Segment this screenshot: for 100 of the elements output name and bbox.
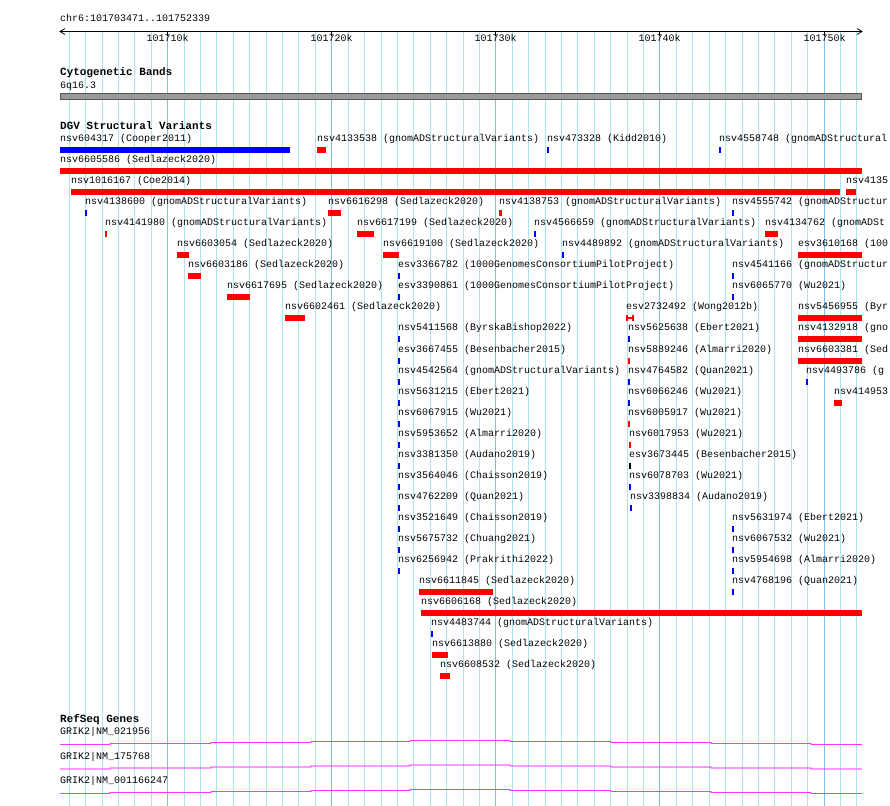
variant-label[interactable]: nsv4133538 (gnomADStructuralVariants) [317,135,540,145]
variant-bar[interactable] [285,315,305,321]
variant-bar[interactable] [71,189,840,195]
variant-label[interactable]: nsv3398834 (Audano2019) [630,493,768,503]
variant-label[interactable]: nsv5456955 (Byr [798,303,888,313]
variant-label[interactable]: esv3366782 (1000GenomesConsortiumPilotProject) [398,261,674,271]
variant-label[interactable]: nsv3381350 (Audano2019) [398,451,536,461]
transcript-line[interactable] [60,740,862,745]
variant-label[interactable]: nsv4489892 (gnomADStructuralVariants) [562,240,784,250]
variant-bar[interactable] [499,210,502,216]
variant-bar[interactable] [227,294,250,300]
variant-label[interactable]: nsv6603186 (Sedlazeck2020) [188,261,344,271]
variant-label[interactable]: nsv6616298 (Sedlazeck2020) [328,198,484,208]
variant-label[interactable]: esv3390861 (1000GenomesConsortiumPilotProject) [398,282,674,292]
variant-label[interactable]: nsv5631974 (Ebert2021) [732,514,864,524]
variant-label[interactable]: nsv5631215 (Ebert2021) [398,388,530,398]
variant-label[interactable]: nsv6613880 (Sedlazeck2020) [432,640,588,650]
variant-bar[interactable] [834,400,842,406]
transcript-line[interactable] [60,789,862,794]
variant-label[interactable]: nsv5954698 (Almarri2020) [732,556,876,566]
variant-label[interactable]: nsv6605586 (Sedlazeck2020) [60,156,216,166]
variant-bar[interactable] [798,358,862,364]
variant-label[interactable]: esv2732492 (Wong2012b) [626,303,758,313]
variant-label[interactable]: nsv6067532 (Wu2021) [732,535,846,545]
variant-label[interactable]: nsv4134762 (gnomADSt [765,219,886,229]
variant-label[interactable]: nsv5889246 (Almarri2020) [628,346,772,356]
variant-label[interactable]: nsv6066246 (Wu2021) [628,388,742,398]
variant-label[interactable]: nsv4768196 (Quan2021) [732,577,858,587]
variant-label[interactable]: nsv4558748 (gnomADStructural [719,135,888,145]
variant-label[interactable]: nsv6611845 (Sedlazeck2020) [419,577,576,587]
variant-bar[interactable] [383,252,399,258]
variant-bar[interactable] [421,610,862,616]
variant-label[interactable]: nsv4135 [846,177,888,187]
variant-label[interactable]: nsv4541166 (gnomADStructur [732,261,888,271]
variant-bar[interactable] [798,315,862,321]
transcript-label[interactable]: GRIK2|NM_001166247 [60,777,168,787]
variant-bar[interactable] [419,589,493,595]
variant-label[interactable]: nsv6603381 (Sed [798,346,888,356]
variant-label[interactable]: nsv5411568 (ByrskaBishop2022) [398,324,572,334]
variant-label[interactable]: nsv6606168 (Sedlazeck2020) [421,598,578,608]
variant-bar[interactable] [60,168,862,174]
variant-label[interactable]: nsv604317 (Cooper2011) [60,135,192,145]
variant-label[interactable]: nsv4764582 (Quan2021) [628,367,754,377]
variant-bar[interactable] [798,252,862,258]
variant-label[interactable]: nsv4762209 (Quan2021) [398,493,524,503]
tick-label: 101710k [146,35,188,45]
variant-label[interactable]: nsv5675732 (Chuang2021) [398,535,536,545]
tick-label: 101730k [474,35,516,45]
variant-label[interactable]: nsv6617199 (Sedlazeck2020) [357,219,514,229]
variant-bar[interactable] [188,273,201,279]
variant-label[interactable]: nsv4132918 (gno [798,324,888,334]
tick-label: 101750k [804,35,846,45]
variant-label[interactable]: nsv5953652 (Almarri2020) [398,430,542,440]
variant-label[interactable]: nsv6065770 (Wu2021) [732,282,846,292]
variant-label[interactable]: nsv4138753 (gnomADStructuralVariants) [499,198,722,208]
variant-label[interactable]: esv3610168 (100 [798,240,888,250]
variant-bar[interactable] [177,252,189,258]
tick-label: 101740k [638,35,680,45]
tick-label: 101720k [310,35,352,45]
variant-label[interactable]: nsv4566659 (gnomADStructuralVariants) [534,219,756,229]
variant-label[interactable]: nsv4138600 (gnomADStructuralVariants) [85,198,308,208]
ruler-range: chr6:101703471..101752339 [60,15,210,25]
variant-label[interactable]: nsv6602461 (Sedlazeck2020) [285,303,442,313]
variant-bar[interactable] [440,673,450,679]
transcript-label[interactable]: GRIK2|NM_175768 [60,752,150,762]
transcript-label[interactable]: GRIK2|NM_021956 [60,728,150,738]
variant-bar[interactable] [846,189,856,195]
variant-label[interactable]: esv3667455 (Besenbacher2015) [398,346,566,356]
variant-bar[interactable] [60,147,290,153]
variant-label[interactable]: nsv6603054 (Sedlazeck2020) [177,240,334,250]
variant-label[interactable]: nsv3521649 (Chaisson2019) [398,514,548,524]
variant-label[interactable]: nsv4555742 (gnomADStructur [732,198,888,208]
variant-label[interactable]: nsv4483744 (gnomADStructuralVariants) [431,619,654,629]
variant-bar[interactable] [765,231,778,237]
variant-label[interactable]: nsv4493786 (g [806,367,884,377]
variant-label[interactable]: nsv414953 [834,388,888,398]
variant-bar[interactable] [357,231,374,237]
variant-bar[interactable] [432,652,448,658]
variant-label[interactable]: nsv473328 (Kidd2010) [547,135,668,145]
variant-label[interactable]: nsv6256942 (Prakrithi2022) [398,556,554,566]
variant-label[interactable]: nsv4141980 (gnomADStructuralVariants) [105,219,328,229]
variant-interval[interactable] [626,315,634,321]
variant-label[interactable]: nsv6608532 (Sedlazeck2020) [440,661,596,671]
variant-bar[interactable] [317,147,326,153]
track-title: RefSeq Genes [60,715,140,725]
variant-label[interactable]: esv3673445 (Besenbacher2015) [629,451,798,461]
track-title: DGV Structural Variants [60,122,212,132]
variant-label[interactable]: nsv3564046 (Chaisson2019) [398,472,548,482]
variant-bar[interactable] [798,336,862,342]
transcript-line[interactable] [60,764,862,770]
variant-label[interactable]: nsv6617695 (Sedlazeck2020) [227,282,384,292]
variant-label[interactable]: nsv6078703 (Wu2021) [629,472,744,482]
variant-label[interactable]: nsv6017953 (Wu2021) [629,430,744,440]
variant-label[interactable]: nsv6005917 (Wu2021) [628,409,742,419]
variant-label[interactable]: nsv6067915 (Wu2021) [398,409,512,419]
variant-bar[interactable] [328,210,341,216]
variant-label[interactable]: nsv1016167 (Coe2014) [71,177,192,187]
variant-label[interactable]: nsv6619100 (Sedlazeck2020) [383,240,540,250]
variant-label[interactable]: nsv4542564 (gnomADStructuralVariants) [398,367,620,377]
variant-label[interactable]: nsv5625638 (Ebert2021) [628,324,760,334]
